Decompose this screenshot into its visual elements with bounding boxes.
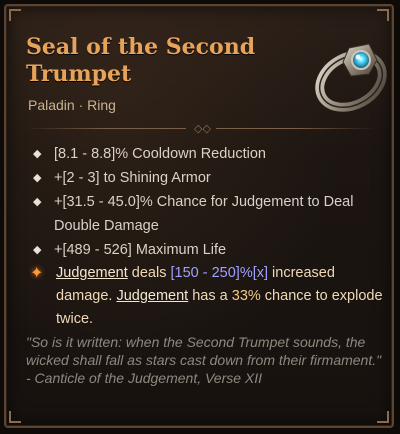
corner-ornament [9,9,21,21]
diamond-bullet-icon: ◆ [33,148,42,160]
flavor-text: "So is it written: when the Second Trump… [26,334,382,386]
section-divider: ◇◇ [26,122,376,136]
stat-list: ◆ [8.1 - 8.8]% Cooldown Reduction ◆ +[2 … [28,142,388,262]
judgement-keyword[interactable]: Judgement [56,265,128,281]
item-name: Seal of the Second Trumpet [26,34,256,87]
item-type: Paladin · Ring [28,97,116,113]
ring-item-icon [315,43,387,112]
corner-ornament [377,411,389,423]
stat-line: ◆ +[489 - 526] Maximum Life [28,238,388,262]
explode-chance: 33% [231,288,261,304]
stat-line: ◆ [8.1 - 8.8]% Cooldown Reduction [28,142,388,166]
item-tooltip: Seal of the Second Trumpet Paladin · Rin… [4,4,394,428]
diamond-bullet-icon: ◆ [33,172,42,184]
stat-line: ◆ +[31.5 - 45.0]% Chance for Judgement t… [28,190,388,238]
unique-effect: ✦ Judgement deals [150 - 250]%[x] increa… [30,262,390,331]
unique-star-icon: ✦ [30,265,44,282]
corner-ornament [377,9,389,21]
stat-line: ◆ +[2 - 3] to Shining Armor [28,166,388,190]
damage-range: [150 - 250]%[x] [170,265,269,281]
diamond-bullet-icon: ◆ [33,244,42,256]
judgement-keyword[interactable]: Judgement [116,288,188,304]
corner-ornament [9,411,21,423]
diamond-bullet-icon: ◆ [33,196,42,208]
